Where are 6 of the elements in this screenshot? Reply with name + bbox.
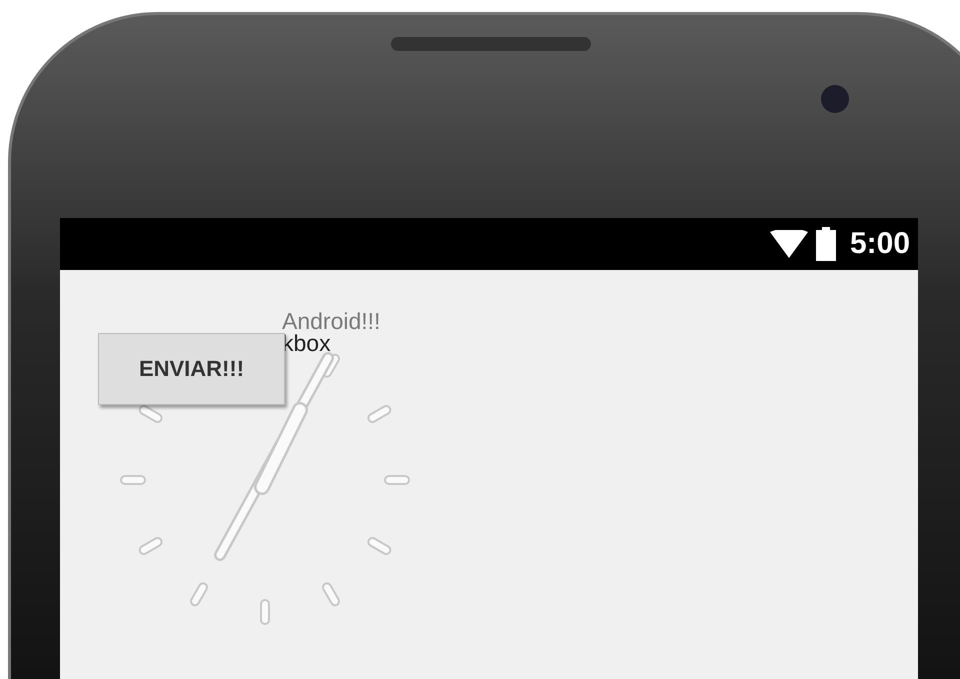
status-time: 5:00 <box>850 227 910 261</box>
wifi-icon <box>770 230 808 258</box>
camera-lens <box>821 85 849 113</box>
welcome-text: Android!!! <box>282 308 380 334</box>
send-button[interactable]: ENVIAR!!! <box>98 333 285 405</box>
battery-icon <box>816 227 836 261</box>
